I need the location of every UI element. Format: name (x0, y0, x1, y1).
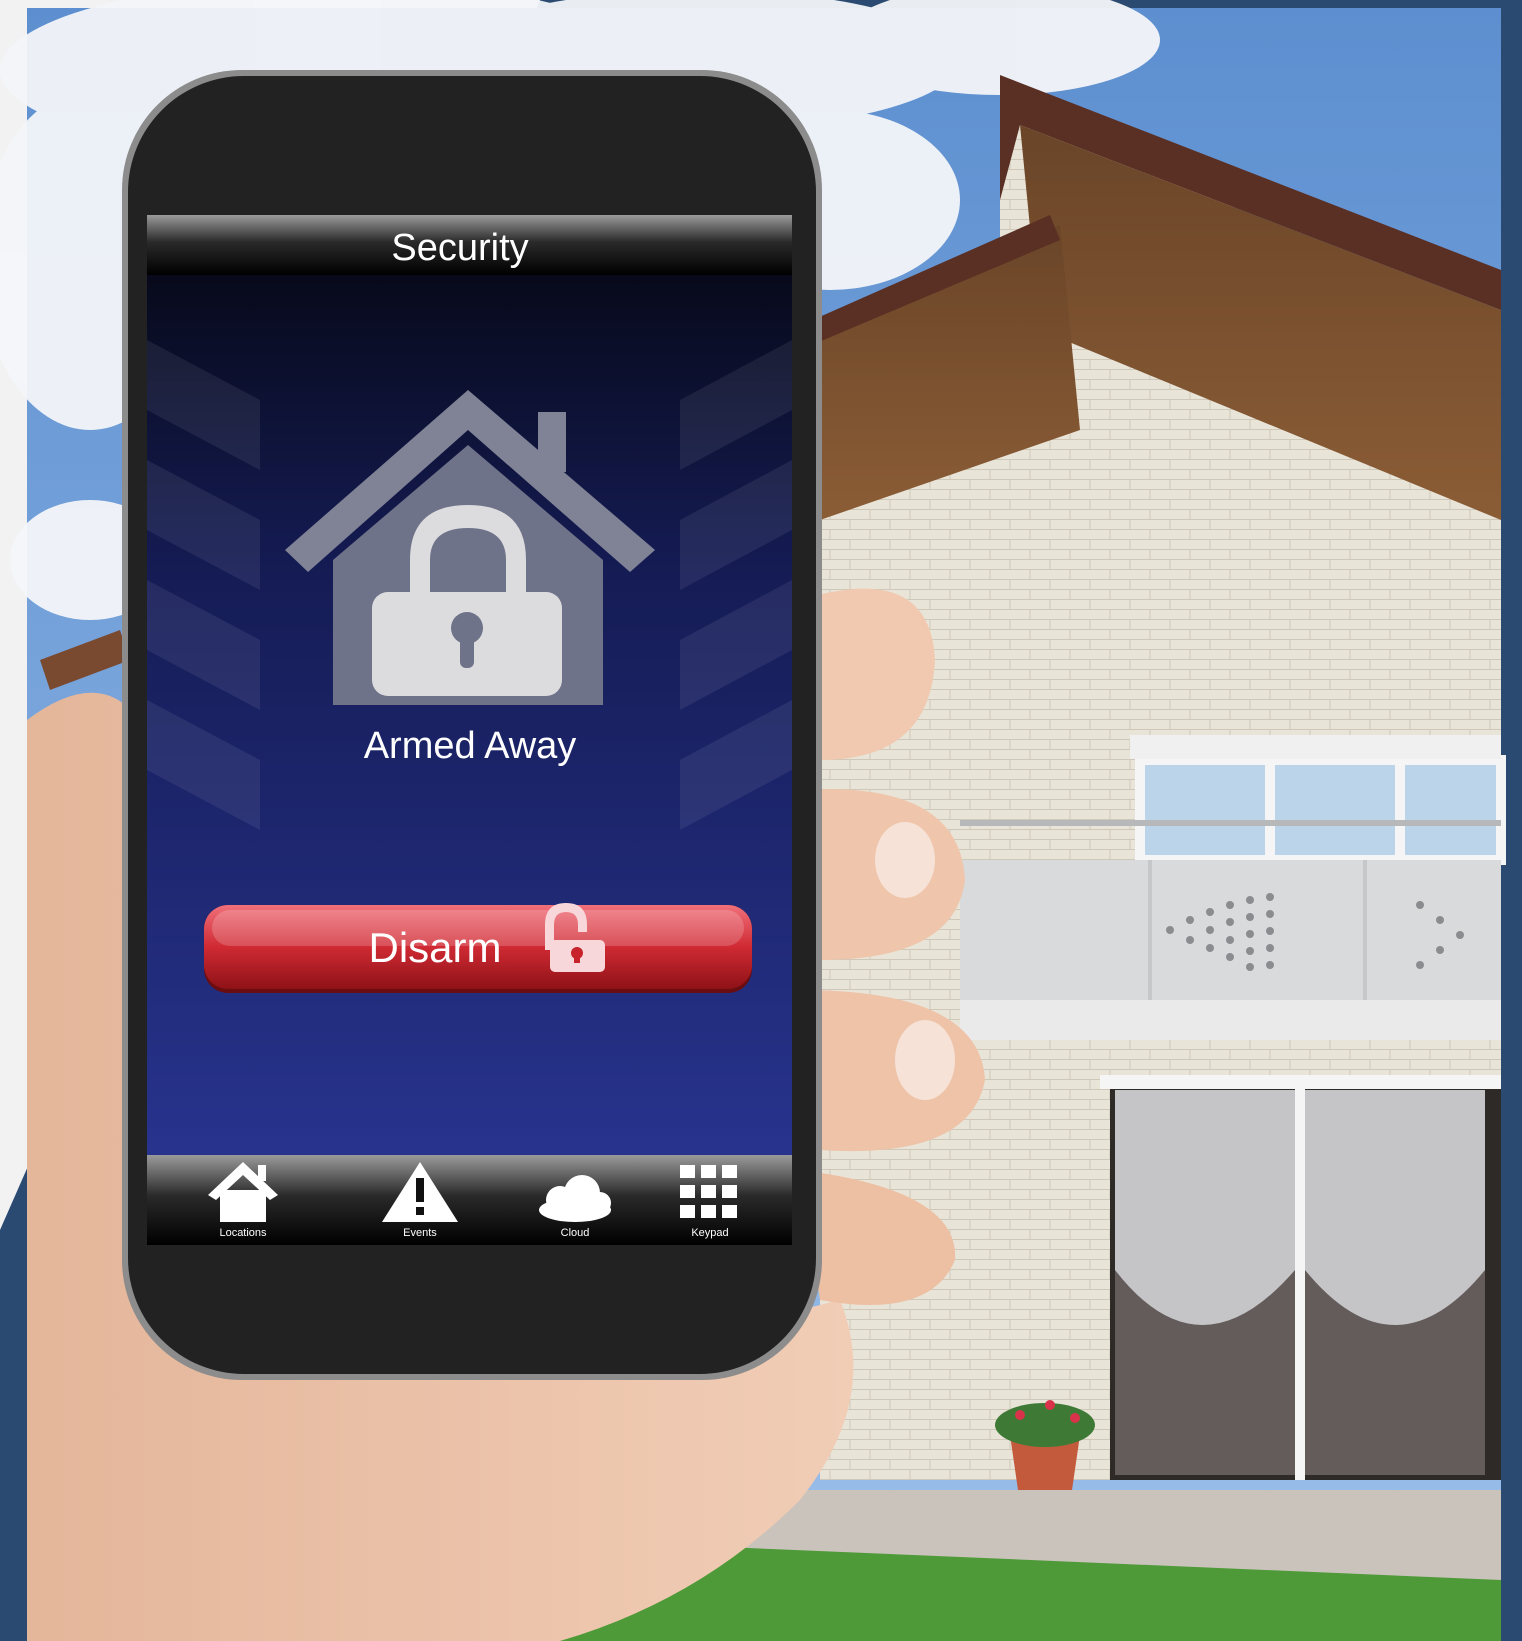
disarm-button[interactable]: Disarm (204, 903, 752, 993)
tab-cloud-label: Cloud (561, 1227, 590, 1239)
tab-locations-label: Locations (219, 1227, 267, 1239)
app-title: Security (391, 227, 528, 269)
tab-events-label: Events (403, 1227, 437, 1239)
disarm-label: Disarm (369, 924, 502, 971)
arm-status-label: Armed Away (364, 725, 577, 767)
photo-scene: Security Armed Away Disarm Locations Eve… (0, 0, 1522, 1641)
tab-keypad-label: Keypad (691, 1227, 728, 1239)
keypad-icon (680, 1165, 737, 1218)
